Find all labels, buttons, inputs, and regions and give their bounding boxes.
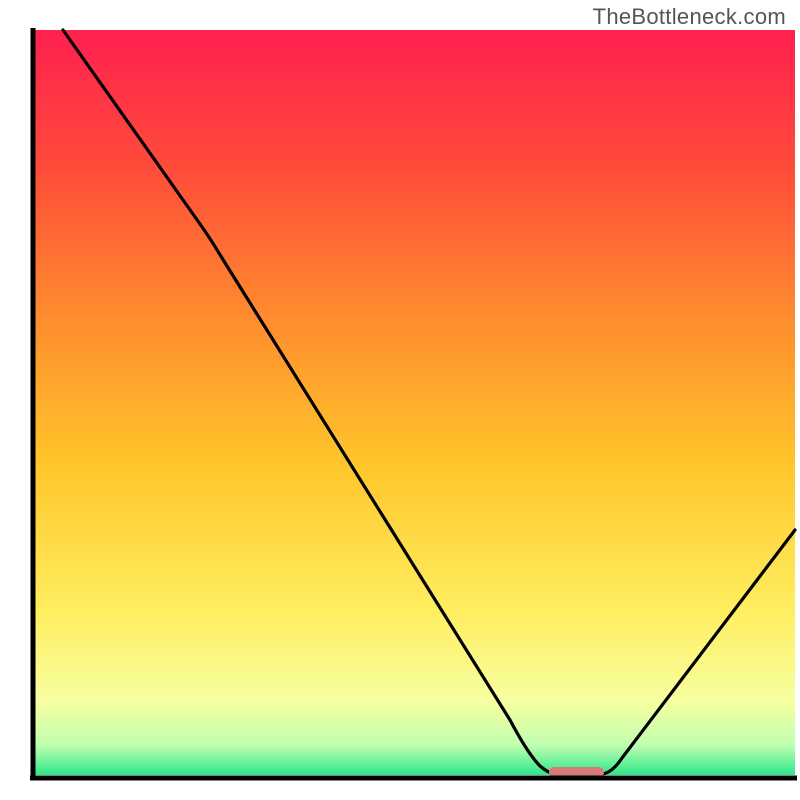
chart-svg	[0, 0, 800, 800]
plot-area	[30, 28, 797, 778]
watermark-text: TheBottleneck.com	[593, 4, 786, 30]
gradient-background	[33, 30, 795, 775]
bottleneck-chart: TheBottleneck.com	[0, 0, 800, 800]
